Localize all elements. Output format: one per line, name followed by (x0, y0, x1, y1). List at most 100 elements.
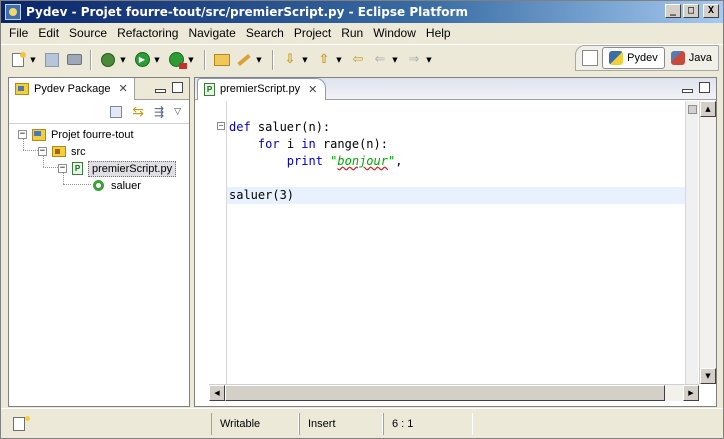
python-icon (609, 51, 624, 65)
debug-dropdown-arrow[interactable]: ▼ (119, 56, 127, 64)
tab-pydev-package[interactable]: Pydev Package ✕ (9, 77, 135, 100)
tree-node-src[interactable]: − src (9, 143, 189, 160)
menu-navigate[interactable]: Navigate (183, 26, 240, 40)
package-tree: − Projet fourre-tout − src − P premierSc… (9, 124, 189, 194)
fold-collapse-icon[interactable]: − (217, 122, 225, 130)
next-annotation-icon: ⇩ (284, 52, 296, 67)
tree-connector (43, 167, 58, 168)
vertical-scrollbar[interactable]: ▲ ▼ (699, 101, 716, 384)
code-keyword: for (257, 137, 280, 151)
pydev-package-view: Pydev Package ✕ ⇆ ⇶ ▽ − Projet fourre-to… (8, 77, 190, 407)
menu-run[interactable]: Run (336, 26, 368, 40)
collapse-toggle-icon[interactable]: − (18, 130, 27, 139)
forward-button[interactable]: ⇒ (405, 51, 423, 69)
menu-source[interactable]: Source (64, 26, 112, 40)
print-button[interactable] (65, 51, 83, 69)
new-button[interactable] (9, 51, 27, 69)
code-text: range(n): (315, 137, 388, 151)
annotation-dropdown-arrow[interactable]: ▼ (255, 56, 263, 64)
menu-refactoring[interactable]: Refactoring (112, 26, 183, 40)
filter-icon[interactable]: ⇶ (154, 105, 164, 119)
overview-marker[interactable] (688, 105, 697, 114)
tree-node-file[interactable]: − P premierScript.py (9, 160, 189, 177)
perspective-pydev[interactable]: Pydev (602, 47, 665, 69)
tree-node-function[interactable]: saluer (9, 177, 189, 194)
status-cursor-position: 6 : 1 (383, 413, 473, 435)
editor-body[interactable]: − def saluer(n): for i in range(n): prin… (195, 101, 716, 407)
package-explorer-icon (15, 82, 29, 95)
open-perspective-icon[interactable] (582, 50, 599, 66)
view-menu-chevron-down-icon[interactable]: ▽ (174, 107, 181, 117)
external-tools-icon (168, 52, 187, 69)
scroll-down-button[interactable]: ▼ (700, 368, 716, 384)
horizontal-scroll-thumb[interactable] (225, 385, 665, 401)
link-with-editor-icon[interactable]: ⇆ (132, 104, 144, 120)
close-button[interactable]: X (703, 4, 719, 18)
external-tools-button[interactable] (167, 51, 187, 69)
collapse-toggle-icon[interactable]: − (58, 164, 67, 173)
last-edit-location-icon: ⇦ (352, 52, 364, 67)
menu-window[interactable]: Window (368, 26, 421, 40)
run-dropdown-arrow[interactable]: ▼ (153, 56, 161, 64)
menu-search[interactable]: Search (241, 26, 289, 40)
forward-dropdown-arrow[interactable]: ▼ (425, 56, 433, 64)
last-edit-button[interactable]: ⇦ (349, 51, 367, 69)
tree-label-function: saluer (111, 179, 141, 192)
title-bar: Pydev - Projet fourre-tout/src/premierSc… (1, 1, 723, 23)
previous-annotation-button[interactable]: ⇧ (315, 51, 333, 69)
toolbar-separator (204, 49, 206, 70)
menu-file[interactable]: File (4, 26, 33, 40)
next-annotation-button[interactable]: ⇩ (281, 51, 299, 69)
previous-annotation-dropdown-arrow[interactable]: ▼ (335, 56, 343, 64)
tree-node-project[interactable]: − Projet fourre-tout (9, 126, 189, 143)
new-dropdown-arrow[interactable]: ▼ (29, 56, 37, 64)
java-icon (670, 51, 685, 65)
code-area[interactable]: def saluer(n): for i in range(n): print … (227, 119, 686, 204)
close-tab-icon[interactable]: ✕ (118, 82, 127, 95)
horizontal-scrollbar[interactable]: ◀ ▶ (209, 384, 699, 401)
maximize-button[interactable]: □ (683, 4, 699, 18)
collapse-toggle-icon[interactable]: − (38, 147, 47, 156)
code-text: , (395, 154, 403, 168)
minimize-editor-button[interactable] (682, 89, 693, 93)
package-view-toolbar: ⇆ ⇶ ▽ (9, 100, 189, 124)
back-button[interactable]: ⇐ (371, 51, 389, 69)
maximize-editor-button[interactable] (699, 82, 710, 93)
scroll-right-button[interactable]: ▶ (683, 385, 699, 401)
close-tab-icon[interactable]: ✕ (308, 83, 317, 96)
overview-ruler (685, 101, 698, 384)
open-type-button[interactable] (213, 51, 231, 69)
back-dropdown-arrow[interactable]: ▼ (391, 56, 399, 64)
maximize-view-button[interactable] (172, 82, 183, 93)
collapse-all-icon[interactable] (110, 105, 123, 118)
scroll-up-button[interactable]: ▲ (700, 101, 716, 117)
menu-help[interactable]: Help (421, 26, 456, 40)
scroll-left-button[interactable]: ◀ (209, 385, 225, 401)
menu-edit[interactable]: Edit (33, 26, 64, 40)
tree-connector (23, 150, 38, 151)
next-annotation-dropdown-arrow[interactable]: ▼ (301, 56, 309, 64)
editor-tabbar: P premierScript.py ✕ (195, 77, 716, 100)
annotation-button[interactable] (235, 51, 253, 69)
debug-button[interactable] (99, 51, 117, 69)
run-button[interactable]: ▶ (133, 51, 151, 69)
minimize-view-button[interactable] (155, 89, 166, 93)
menu-bar: File Edit Source Refactoring Navigate Se… (1, 23, 723, 43)
python-file-icon: P (204, 82, 215, 96)
tree-connector (23, 139, 24, 150)
tab-pydev-package-label: Pydev Package (34, 82, 111, 95)
fast-view-icon[interactable] (13, 415, 30, 431)
minimize-button[interactable]: _ (665, 4, 681, 18)
print-icon (66, 54, 82, 65)
perspective-java[interactable]: Java (665, 47, 718, 69)
save-button[interactable] (43, 51, 61, 69)
menu-project[interactable]: Project (289, 26, 336, 40)
python-file-icon: P (72, 162, 83, 175)
external-tools-dropdown-arrow[interactable]: ▼ (187, 56, 195, 64)
editor-tab-label: premierScript.py (220, 83, 301, 95)
code-line-5: saluer(3) (227, 187, 686, 204)
package-view-tabbar: Pydev Package ✕ (9, 77, 189, 100)
tab-premierscript[interactable]: P premierScript.py ✕ (197, 77, 327, 100)
